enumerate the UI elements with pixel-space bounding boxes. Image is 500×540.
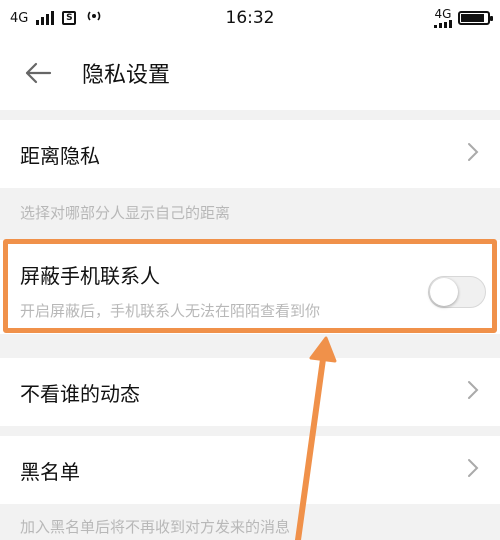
header-bar: 隐私设置 [0,36,500,110]
network-type-left: 4G [10,10,29,26]
status-bar: 4G S 16:32 4G [0,0,500,36]
blacklist-row[interactable]: 黑名单 [0,436,500,504]
hide-moments-row[interactable]: 不看谁的动态 [0,358,500,426]
chevron-right-icon [466,379,480,405]
network-type-right: 4G [434,6,452,21]
hide-moments-label: 不看谁的动态 [20,381,140,406]
chevron-right-icon [466,457,480,483]
block-contacts-toggle[interactable] [428,276,486,308]
toggle-knob [430,278,458,306]
blacklist-label: 黑名单 [20,459,80,484]
block-contacts-row: 屏蔽手机联系人 开启屏蔽后，手机联系人无法在陌陌查看到你 [0,240,500,334]
blacklist-hint: 加入黑名单后将不再收到对方发来的消息 [20,518,291,536]
distance-privacy-label: 距离隐私 [20,143,100,168]
block-contacts-label: 屏蔽手机联系人 [20,264,160,288]
hotspot-icon [84,8,104,28]
distance-privacy-hint: 选择对哪部分人显示自己的距离 [20,204,231,222]
back-arrow-icon[interactable] [8,36,68,110]
distance-privacy-row[interactable]: 距离隐私 [0,120,500,188]
status-left: 4G S [10,8,104,28]
signal-icon [36,11,55,25]
block-contacts-description: 开启屏蔽后，手机联系人无法在陌陌查看到你 [20,302,321,320]
signal-right-icon [434,19,452,28]
battery-fill [461,14,485,22]
battery-icon [458,11,493,25]
status-right: 4G [434,6,493,28]
sim-card-icon: S [62,11,77,25]
network-indicator-right: 4G [434,6,452,28]
chevron-right-icon [466,141,480,167]
page-title: 隐私设置 [82,63,171,88]
